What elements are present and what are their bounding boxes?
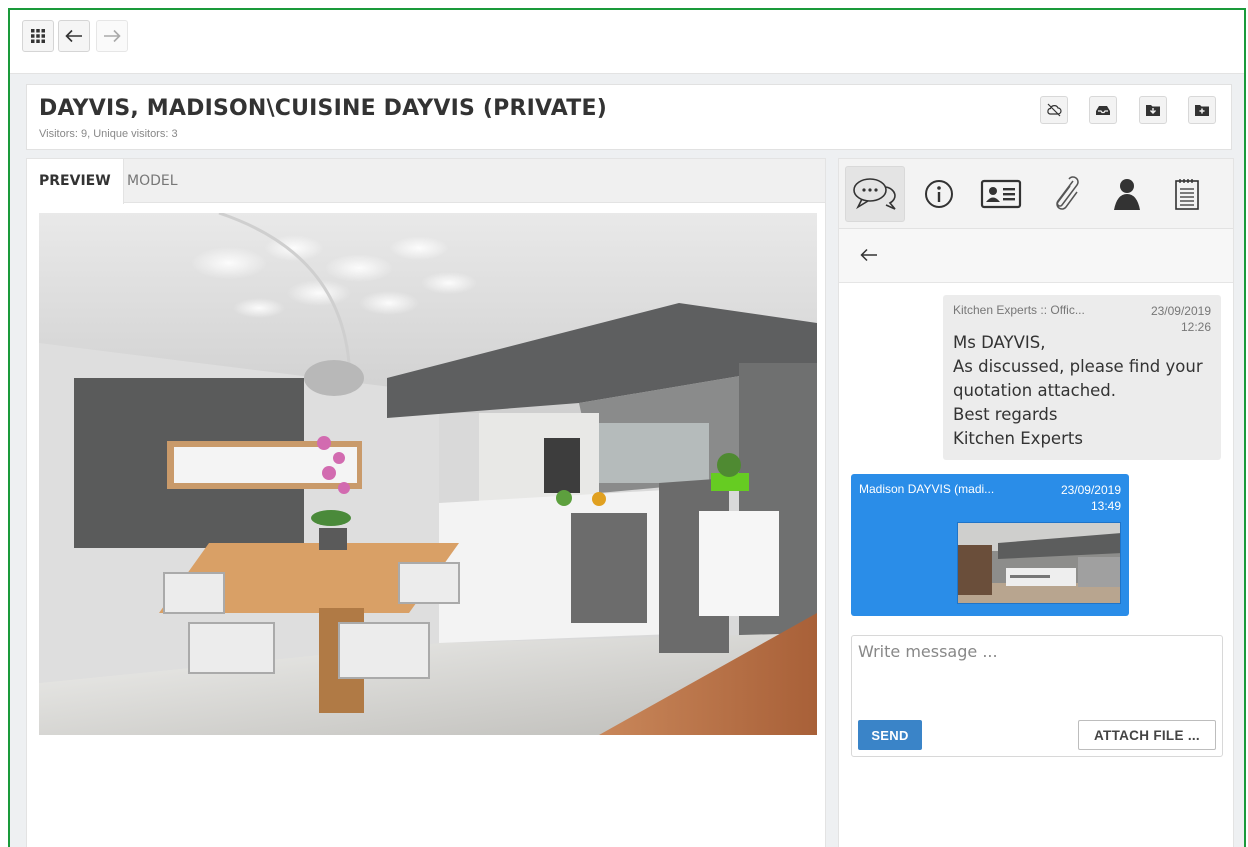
message-composer: SEND ATTACH FILE ... — [851, 635, 1223, 757]
arrow-left-icon — [860, 248, 877, 262]
paperclip-icon — [1056, 176, 1079, 210]
message-timestamp: 23/09/2019 13:49 — [1061, 482, 1121, 514]
message-time: 13:49 — [1090, 499, 1121, 513]
chat-icon — [853, 178, 896, 210]
message-incoming: Kitchen Experts :: Offic... 23/09/2019 1… — [943, 295, 1221, 460]
info-icon — [925, 180, 953, 208]
back-button[interactable] — [58, 20, 90, 52]
grid-icon — [31, 29, 45, 43]
project-header: DAYVIS, MADISON\CUISINE DAYVIS (PRIVATE)… — [26, 84, 1232, 150]
inbox-button[interactable] — [1089, 96, 1117, 124]
message-meta: Madison DAYVIS (madi... 23/09/2019 13:49 — [859, 482, 1121, 514]
tab-model[interactable]: MODEL — [115, 159, 190, 203]
arrow-left-icon — [65, 29, 82, 43]
attachment-thumbnail[interactable] — [957, 522, 1121, 604]
tab-info[interactable] — [909, 166, 969, 222]
add-folder-button[interactable] — [1188, 96, 1216, 124]
message-input[interactable] — [858, 642, 1214, 712]
download-to-folder-button[interactable] — [1139, 96, 1167, 124]
contact-card-icon — [980, 179, 1022, 209]
visitor-stats: Visitors: 9, Unique visitors: 3 — [39, 128, 178, 140]
message-outgoing: Madison DAYVIS (madi... 23/09/2019 13:49 — [851, 474, 1129, 616]
user-icon — [1114, 179, 1140, 210]
attach-file-button[interactable]: ATTACH FILE ... — [1078, 720, 1216, 750]
conversation-panel: Kitchen Experts :: Offic... 23/09/2019 1… — [838, 158, 1234, 847]
inbox-icon — [1096, 106, 1110, 115]
message-sender: Madison DAYVIS (madi... — [859, 482, 995, 496]
tab-preview[interactable]: PREVIEW — [27, 159, 124, 204]
message-line: Best regards — [953, 405, 1058, 424]
tab-user[interactable] — [1097, 166, 1157, 222]
app-frame: DAYVIS, MADISON\CUISINE DAYVIS (PRIVATE)… — [8, 8, 1246, 847]
arrow-right-icon — [104, 29, 121, 43]
forward-button[interactable] — [96, 20, 128, 52]
folder-download-icon — [1146, 105, 1160, 116]
folder-plus-icon — [1195, 105, 1209, 116]
message-date: 23/09/2019 — [1060, 483, 1121, 497]
message-timestamp: 23/09/2019 12:26 — [1151, 303, 1211, 335]
apps-grid-button[interactable] — [22, 20, 54, 52]
message-line: Kitchen Experts — [953, 429, 1083, 448]
top-nav-bar — [10, 10, 1244, 74]
message-body: Ms DAYVIS, As discussed, please find you… — [953, 331, 1211, 451]
message-time: 12:26 — [1180, 320, 1211, 334]
cloud-off-button[interactable] — [1040, 96, 1068, 124]
preview-panel: PREVIEW MODEL — [26, 158, 826, 847]
side-panel-tabs — [839, 159, 1233, 229]
message-line: As discussed, please find your quotation… — [953, 357, 1203, 400]
send-button[interactable]: SEND — [858, 720, 922, 750]
tab-messages[interactable] — [845, 166, 905, 222]
tab-contact[interactable] — [971, 166, 1031, 222]
message-date: 23/09/2019 — [1150, 304, 1211, 318]
cloud-off-icon — [1047, 103, 1062, 117]
notepad-icon — [1175, 179, 1199, 210]
conversation-back-button[interactable] — [857, 243, 881, 267]
kitchen-render-image — [39, 213, 817, 735]
page-title: DAYVIS, MADISON\CUISINE DAYVIS (PRIVATE) — [39, 96, 607, 121]
tab-attachments[interactable] — [1035, 166, 1095, 222]
tab-notes[interactable] — [1157, 166, 1217, 222]
preview-tabs: PREVIEW MODEL — [27, 159, 825, 204]
conversation-toolbar — [839, 229, 1233, 283]
